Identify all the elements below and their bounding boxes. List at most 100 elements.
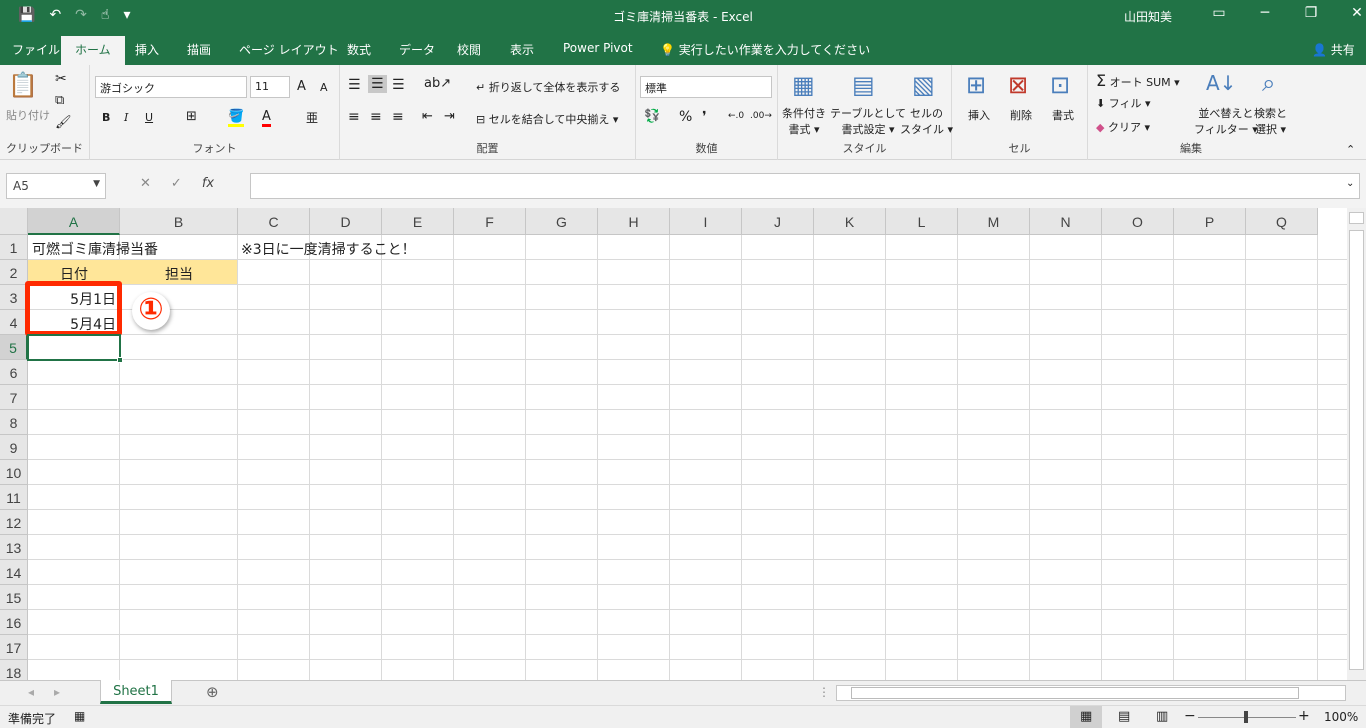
- row-header-18[interactable]: 18: [0, 660, 28, 680]
- tab-view[interactable]: 表示: [510, 41, 534, 58]
- tab-formulas[interactable]: 数式: [347, 41, 371, 58]
- row-header-11[interactable]: 11: [0, 485, 28, 510]
- cancel-icon[interactable]: ✕: [140, 176, 151, 191]
- vertical-scrollbar[interactable]: [1347, 208, 1366, 680]
- underline-button[interactable]: U: [145, 111, 153, 124]
- align-bottom-icon[interactable]: ☰: [392, 77, 405, 93]
- delete-cells-icon[interactable]: ⊠: [1008, 71, 1028, 99]
- column-header-p[interactable]: P: [1174, 208, 1246, 235]
- merge-center-button[interactable]: ⊟ セルを結合して中央揃え ▾: [476, 111, 618, 127]
- column-header-o[interactable]: O: [1102, 208, 1174, 235]
- tell-me-search[interactable]: 💡 実行したい作業を入力してください: [660, 41, 870, 58]
- align-middle-icon[interactable]: ☰: [368, 75, 387, 93]
- row-header-16[interactable]: 16: [0, 610, 28, 635]
- align-left-icon[interactable]: ≡: [348, 109, 360, 125]
- insert-cells-icon[interactable]: ⊞: [966, 71, 986, 99]
- scroll-thumb[interactable]: [1349, 230, 1364, 670]
- close-icon[interactable]: ✕: [1334, 5, 1366, 21]
- normal-view-icon[interactable]: ▦: [1080, 709, 1092, 724]
- share-button[interactable]: 👤 共有: [1312, 41, 1355, 58]
- tab-page-layout[interactable]: ページ レイアウト: [239, 41, 339, 58]
- cell-c1[interactable]: ※3日に一度清掃すること！: [237, 236, 537, 262]
- row-header-1[interactable]: 1: [0, 235, 28, 260]
- tab-review[interactable]: 校閲: [457, 41, 481, 58]
- find-select-button[interactable]: 検索と 選択 ▾: [1254, 105, 1287, 137]
- row-header-12[interactable]: 12: [0, 510, 28, 535]
- decrease-decimal-icon[interactable]: .00→: [750, 111, 772, 121]
- column-header-h[interactable]: H: [598, 208, 670, 235]
- font-size-select[interactable]: 11: [250, 76, 290, 98]
- paste-icon[interactable]: 📋: [8, 71, 38, 99]
- tab-power-pivot[interactable]: Power Pivot: [563, 41, 633, 55]
- restore-icon[interactable]: ❐: [1288, 5, 1334, 21]
- page-layout-view-icon[interactable]: ▤: [1118, 709, 1130, 724]
- column-header-n[interactable]: N: [1030, 208, 1102, 235]
- tab-split-handle[interactable]: ⋮: [818, 685, 830, 699]
- column-header-b[interactable]: B: [120, 208, 238, 235]
- column-header-m[interactable]: M: [958, 208, 1030, 235]
- h-scroll-thumb[interactable]: [851, 687, 1299, 699]
- align-right-icon[interactable]: ≡: [392, 109, 404, 125]
- row-header-7[interactable]: 7: [0, 385, 28, 410]
- insert-cells-button[interactable]: 挿入: [968, 107, 990, 123]
- format-as-table-button[interactable]: テーブルとして 書式設定 ▾: [830, 105, 906, 137]
- row-header-5[interactable]: 5: [0, 335, 28, 360]
- row-header-10[interactable]: 10: [0, 460, 28, 485]
- decrease-indent-icon[interactable]: ⇤: [422, 109, 433, 124]
- autosum-button[interactable]: Σ オート SUM ▾: [1096, 71, 1180, 90]
- conditional-format-icon[interactable]: ▦: [792, 71, 815, 99]
- column-header-g[interactable]: G: [526, 208, 598, 235]
- phonetic-icon[interactable]: 亜: [306, 109, 318, 126]
- zoom-slider-thumb[interactable]: [1244, 711, 1248, 723]
- prev-sheet-icon[interactable]: ◂: [28, 685, 34, 699]
- bold-button[interactable]: B: [102, 111, 110, 124]
- grow-font-icon[interactable]: A: [297, 79, 306, 94]
- format-cells-icon[interactable]: ⊡: [1050, 71, 1070, 99]
- insert-function-icon[interactable]: fx: [202, 176, 214, 191]
- worksheet-grid[interactable]: A B C D E F G H I J K L M N O P Q 1 2 3 4 5 6 7 8 9 10 11 12 13 14 15 16…: [0, 208, 1347, 680]
- name-box[interactable]: A5 ▼: [6, 173, 106, 199]
- comma-button[interactable]: ❜: [702, 109, 707, 125]
- tab-draw[interactable]: 描画: [187, 41, 211, 58]
- zoom-out-icon[interactable]: −: [1184, 708, 1196, 724]
- fill-button[interactable]: ⬇ フィル ▾: [1096, 95, 1151, 111]
- number-format-select[interactable]: 標準: [640, 76, 772, 98]
- column-header-c[interactable]: C: [238, 208, 310, 235]
- align-top-icon[interactable]: ☰: [348, 77, 361, 93]
- row-header-14[interactable]: 14: [0, 560, 28, 585]
- sort-filter-icon[interactable]: A↓: [1206, 71, 1236, 95]
- conditional-format-button[interactable]: 条件付き 書式 ▾: [782, 105, 826, 137]
- currency-icon[interactable]: 💱: [644, 109, 660, 124]
- minimize-icon[interactable]: ─: [1242, 5, 1288, 21]
- format-cells-button[interactable]: 書式: [1052, 107, 1074, 123]
- column-header-j[interactable]: J: [742, 208, 814, 235]
- find-icon[interactable]: ⌕: [1262, 69, 1275, 97]
- page-break-view-icon[interactable]: ▥: [1156, 709, 1168, 724]
- formula-input[interactable]: [250, 173, 1360, 199]
- sheet-tab-sheet1[interactable]: Sheet1: [100, 680, 172, 704]
- cell-styles-icon[interactable]: ▧: [912, 71, 935, 99]
- increase-decimal-icon[interactable]: ←.0: [728, 111, 744, 121]
- column-header-f[interactable]: F: [454, 208, 526, 235]
- format-as-table-icon[interactable]: ▤: [852, 71, 875, 99]
- align-center-icon[interactable]: ≡: [370, 109, 382, 125]
- horizontal-scrollbar[interactable]: [836, 685, 1346, 701]
- column-header-e[interactable]: E: [382, 208, 454, 235]
- column-header-k[interactable]: K: [814, 208, 886, 235]
- tab-data[interactable]: データ: [399, 41, 435, 58]
- italic-button[interactable]: I: [124, 111, 128, 124]
- tab-home[interactable]: ホーム: [61, 36, 125, 65]
- copy-icon[interactable]: ⧉: [55, 93, 64, 108]
- increase-indent-icon[interactable]: ⇥: [444, 109, 455, 124]
- paste-label[interactable]: 貼り付け: [6, 107, 50, 123]
- tab-insert[interactable]: 挿入: [135, 41, 159, 58]
- next-sheet-icon[interactable]: ▸: [54, 685, 60, 699]
- sort-filter-button[interactable]: 並べ替えと フィルター ▾: [1194, 105, 1258, 137]
- cell-styles-button[interactable]: セルの スタイル ▾: [900, 105, 953, 137]
- row-header-13[interactable]: 13: [0, 535, 28, 560]
- column-header-d[interactable]: D: [310, 208, 382, 235]
- column-header-i[interactable]: I: [670, 208, 742, 235]
- row-header-15[interactable]: 15: [0, 585, 28, 610]
- cell-b2[interactable]: 担当: [120, 261, 238, 287]
- user-name[interactable]: 山田知美: [1124, 8, 1172, 25]
